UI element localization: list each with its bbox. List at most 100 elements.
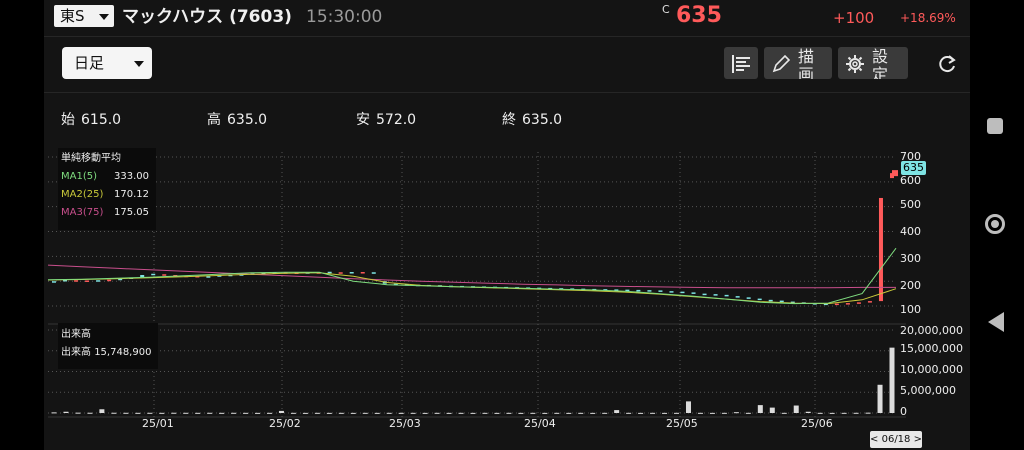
divider xyxy=(44,92,970,93)
candle xyxy=(779,300,784,303)
volume-bar xyxy=(530,412,536,414)
volume-bar xyxy=(374,412,380,414)
candle xyxy=(768,299,773,302)
volume-bar xyxy=(398,412,404,414)
ma1-value: 333.00 xyxy=(114,171,149,182)
price-flag: C xyxy=(662,3,670,16)
volume-bar xyxy=(183,412,189,414)
recent-apps-button[interactable] xyxy=(987,118,1003,134)
volume-tick-label: 0 xyxy=(900,405,907,418)
volume-bar xyxy=(51,412,57,414)
volume-bar xyxy=(494,412,500,414)
candle xyxy=(867,301,872,303)
volume-bar xyxy=(578,412,584,414)
volume-bar xyxy=(75,412,81,414)
x-tick-label: 25/03 xyxy=(389,417,421,430)
volume-bar xyxy=(458,412,464,414)
candle xyxy=(327,271,332,274)
volume-tick-label: 20,000,000 xyxy=(900,324,963,337)
candle xyxy=(845,303,850,305)
volume-bar xyxy=(219,412,225,414)
draw-button[interactable]: 描画 xyxy=(764,47,832,79)
volume-bar xyxy=(63,411,69,413)
open-label: 始 xyxy=(61,112,75,128)
candle xyxy=(636,289,641,292)
volume-bar xyxy=(542,412,548,414)
volume-bar xyxy=(662,412,668,414)
chevron-down-icon xyxy=(99,14,109,20)
volume-legend: 出来高 出来高 15,748,900 xyxy=(58,323,158,369)
ma3-value: 175.05 xyxy=(114,207,149,218)
volume-bar xyxy=(231,412,237,414)
period-select[interactable]: 日足 xyxy=(62,47,152,79)
divider xyxy=(44,36,970,37)
refresh-icon[interactable] xyxy=(937,54,957,74)
candle xyxy=(658,290,663,292)
candle xyxy=(85,280,90,282)
volume-bar xyxy=(685,401,691,413)
candle xyxy=(74,280,79,282)
volume-bar xyxy=(243,412,249,414)
volume-bar xyxy=(709,412,715,414)
ma3-label: MA3(75) xyxy=(61,207,104,218)
pencil-icon xyxy=(772,55,790,73)
y-tick-label: 600 xyxy=(900,174,921,187)
high-label: 高 xyxy=(207,112,221,128)
volume-bar xyxy=(410,412,416,414)
y-tick-label: 400 xyxy=(900,225,921,238)
volume-bar xyxy=(697,412,703,414)
candle xyxy=(52,281,56,283)
high-value: 635.0 xyxy=(227,112,268,128)
candle xyxy=(691,292,696,294)
android-nav-bar xyxy=(970,0,1024,450)
ohlc-low: 安 572.0 xyxy=(356,109,416,129)
volume-value: 15,748,900 xyxy=(94,347,152,358)
volume-bar xyxy=(470,412,476,414)
volume-bar xyxy=(614,410,620,413)
candle xyxy=(338,272,343,274)
ohlc-close: 終 635.0 xyxy=(502,109,562,129)
volume-legend-title: 出来高 xyxy=(61,329,91,340)
volume-bar xyxy=(135,412,141,414)
volume-bar xyxy=(626,412,632,414)
x-tick-label: 25/04 xyxy=(524,417,556,430)
candle xyxy=(757,298,762,301)
volume-tick-label: 10,000,000 xyxy=(900,363,963,376)
y-tick-label: 100 xyxy=(900,303,921,316)
volume-bar xyxy=(290,412,296,414)
low-label: 安 xyxy=(356,112,370,128)
back-button[interactable] xyxy=(988,312,1004,332)
price-change: +100 xyxy=(833,9,875,27)
current-price: 635 xyxy=(676,3,722,28)
y-tick-label: 500 xyxy=(900,198,921,211)
candle xyxy=(669,291,674,293)
volume-bar xyxy=(422,412,428,414)
volume-bar xyxy=(674,412,680,414)
volume-bar xyxy=(721,412,727,414)
gear-icon xyxy=(846,55,864,73)
volume-bar xyxy=(266,412,272,414)
stock-chart[interactable] xyxy=(44,140,970,450)
volume-bar xyxy=(147,412,153,414)
volume-label: 出来高 xyxy=(61,347,91,358)
volume-bar xyxy=(207,412,213,414)
settings-button[interactable]: 設定 xyxy=(838,47,908,79)
indicator-button[interactable] xyxy=(724,47,758,79)
last-price-marker xyxy=(892,170,898,177)
market-select[interactable]: 東S xyxy=(54,5,114,27)
volume-bar xyxy=(123,412,129,414)
close-value: 635.0 xyxy=(522,112,563,128)
legend-title: 単純移動平均 xyxy=(61,153,121,164)
volume-bar xyxy=(159,412,165,414)
volume-bar xyxy=(841,412,847,414)
candle xyxy=(349,272,354,274)
volume-bar xyxy=(338,412,344,414)
stock-name: マックハウス (7603) xyxy=(122,7,292,27)
volume-bar xyxy=(111,412,117,414)
volume-bar xyxy=(853,412,859,414)
volume-bar xyxy=(482,412,488,414)
candle xyxy=(735,296,740,298)
candle xyxy=(724,294,729,297)
date-navigator[interactable]: < 06/18 > xyxy=(870,431,922,448)
home-button[interactable] xyxy=(985,214,1005,234)
